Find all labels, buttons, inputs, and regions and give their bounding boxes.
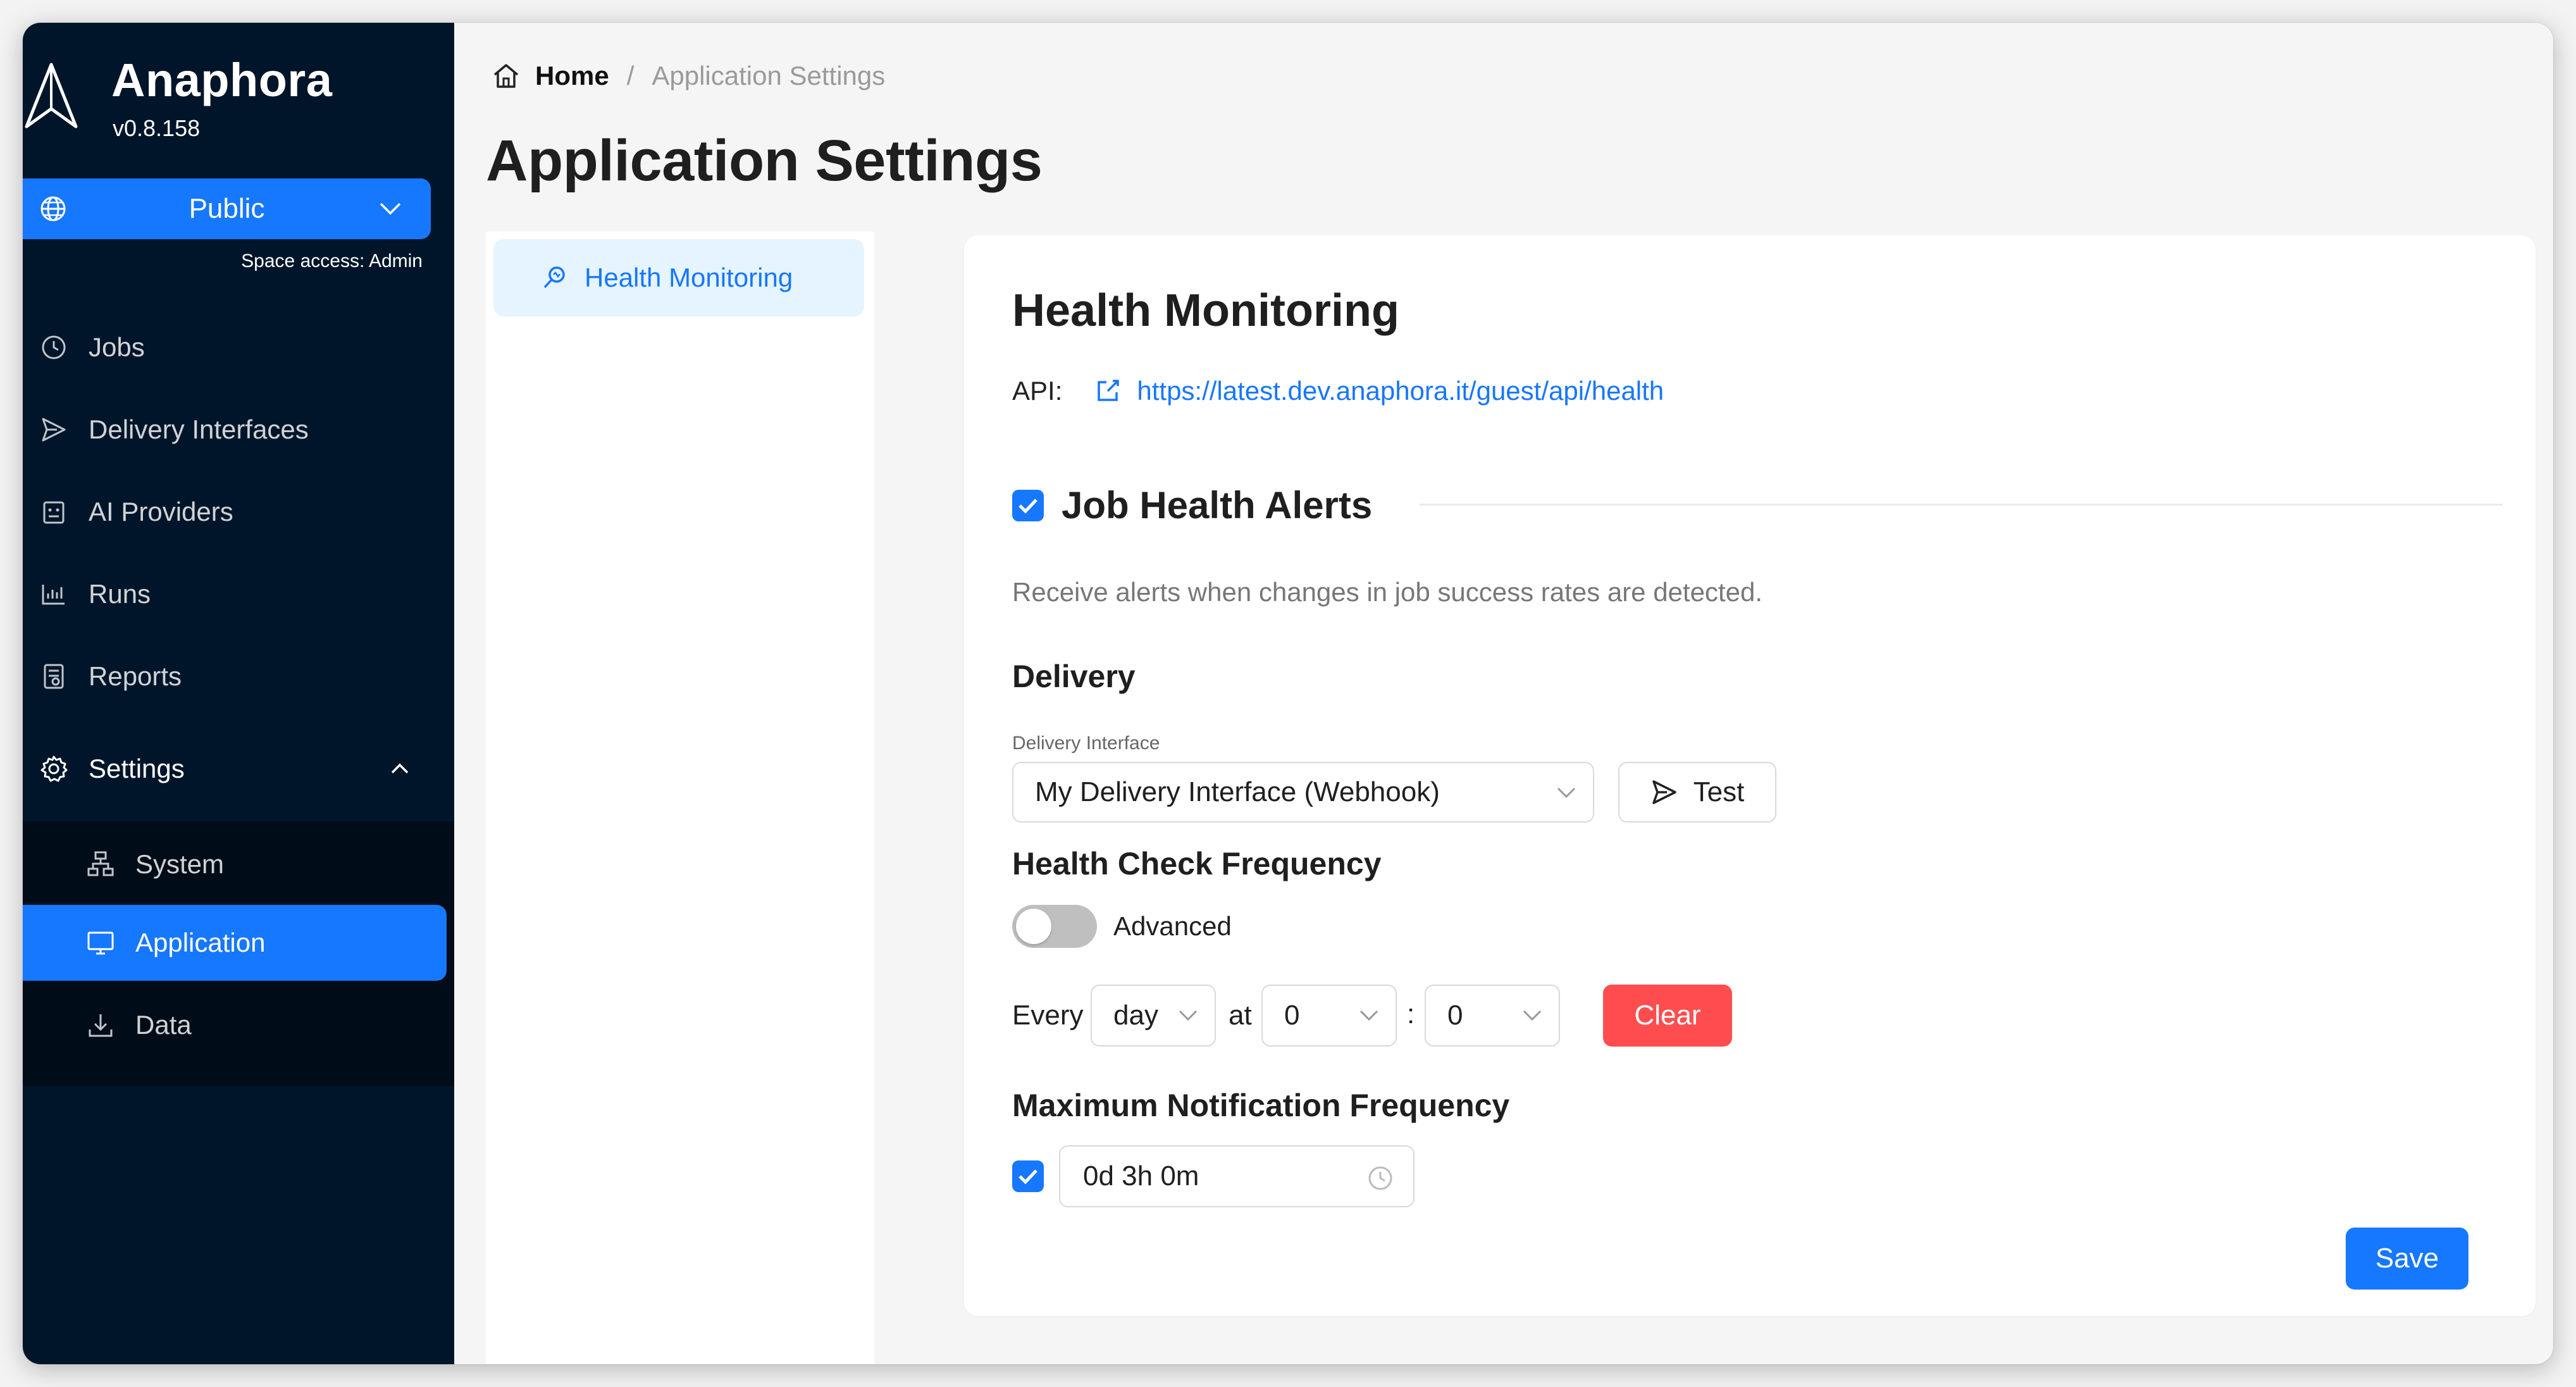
- job-health-alerts-title: Job Health Alerts: [1062, 484, 1373, 526]
- sidebar-item-label: Jobs: [89, 332, 145, 362]
- clock-icon: [1368, 1166, 1392, 1190]
- app-version: v0.8.158: [113, 115, 201, 141]
- app-window: Anaphora v0.8.158 Public Space access: A…: [23, 23, 2553, 1364]
- report-icon: [44, 664, 64, 689]
- job-health-alerts-header: Job Health Alerts: [1012, 483, 1372, 527]
- max-notification-frequency-heading: Maximum Notification Frequency: [1012, 1088, 1510, 1123]
- chevron-down-icon: [1359, 1010, 1378, 1021]
- delivery-heading: Delivery: [1012, 659, 1136, 694]
- delivery-interface-select[interactable]: My Delivery Interface (Webhook): [1012, 762, 1594, 823]
- card-title: Health Monitoring: [1012, 285, 1399, 336]
- home-icon[interactable]: [491, 61, 521, 91]
- sidebar-item-settings[interactable]: Settings: [23, 734, 454, 804]
- sidebar-subitem-label: Application: [135, 928, 266, 957]
- clock-history-icon: [42, 335, 66, 359]
- sidebar-item-ai-providers[interactable]: AI Providers: [23, 477, 454, 547]
- delivery-interface-label: Delivery Interface: [1012, 733, 1160, 754]
- gear-icon: [40, 756, 68, 782]
- period-value: day: [1113, 1000, 1158, 1031]
- sidebar-item-runs[interactable]: Runs: [23, 559, 454, 629]
- space-selected-label: Public: [189, 193, 265, 224]
- external-link-icon: [1098, 380, 1120, 401]
- hour-select[interactable]: 0: [1261, 985, 1397, 1047]
- every-label: Every: [1012, 1000, 1084, 1031]
- chevron-up-icon: [391, 763, 409, 774]
- sidebar-item-label: Delivery Interfaces: [89, 414, 309, 444]
- test-button-label: Test: [1693, 776, 1745, 807]
- breadcrumb-current: Application Settings: [652, 61, 886, 90]
- breadcrumb-home[interactable]: Home: [535, 61, 609, 91]
- sidebar-item-jobs[interactable]: Jobs: [23, 313, 454, 382]
- duration-value: 0d 3h 0m: [1083, 1160, 1199, 1191]
- health-monitoring-card: Health Monitoring API: https://latest.de…: [964, 235, 2536, 1316]
- api-row: API: https://latest.dev.anaphora.it/gues…: [1012, 376, 1664, 406]
- sidebar-item-label: Runs: [89, 579, 151, 609]
- save-button[interactable]: Save: [2346, 1228, 2468, 1290]
- sidebar-subitem-application[interactable]: Application: [23, 905, 447, 981]
- breadcrumb-separator: /: [626, 61, 635, 90]
- delivery-interface-value: My Delivery Interface (Webhook): [1035, 776, 1440, 807]
- toggle-knob: [1016, 909, 1051, 944]
- sidebar-item-label: AI Providers: [89, 497, 233, 526]
- sidebar-subitem-data[interactable]: Data: [23, 987, 454, 1063]
- send-icon: [42, 418, 66, 442]
- chevron-down-icon: [1179, 1010, 1198, 1021]
- bar-chart-icon: [42, 585, 65, 605]
- settings-subnav: Health Monitoring: [486, 232, 874, 1364]
- advanced-toggle-label: Advanced: [1113, 911, 1232, 941]
- clear-button[interactable]: Clear: [1603, 985, 1732, 1047]
- job-health-alerts-description: Receive alerts when changes in job succe…: [1012, 577, 1762, 607]
- duration-input[interactable]: 0d 3h 0m: [1059, 1145, 1415, 1207]
- hour-value: 0: [1284, 1000, 1300, 1031]
- chevron-down-icon: [380, 202, 401, 215]
- max-notification-checkbox[interactable]: [1012, 1160, 1044, 1192]
- api-url-link[interactable]: https://latest.dev.anaphora.it/guest/api…: [1137, 376, 1664, 406]
- sidebar: Anaphora v0.8.158 Public Space access: A…: [23, 23, 454, 1364]
- at-label: at: [1229, 1000, 1252, 1031]
- sidebar-subitem-label: System: [135, 849, 225, 879]
- advanced-toggle[interactable]: [1012, 905, 1097, 948]
- file-search-icon: [543, 266, 565, 289]
- minute-value: 0: [1447, 1000, 1463, 1031]
- space-selector[interactable]: Public: [23, 178, 431, 239]
- sidebar-subitem-system[interactable]: System: [23, 826, 454, 902]
- page-title: Application Settings: [486, 128, 1043, 193]
- settings-submenu: System Application Data: [23, 821, 454, 1086]
- check-icon: [1019, 1169, 1037, 1185]
- sidebar-item-delivery-interfaces[interactable]: Delivery Interfaces: [23, 395, 454, 464]
- anaphora-logo-icon: [25, 63, 78, 128]
- space-access-text: Space access: Admin: [241, 251, 423, 271]
- period-select[interactable]: day: [1091, 985, 1216, 1047]
- check-icon: [1019, 498, 1037, 514]
- desktop-icon: [87, 931, 114, 955]
- chevron-down-icon: [1523, 1010, 1542, 1021]
- sidebar-item-reports[interactable]: Reports: [23, 642, 454, 711]
- download-icon: [89, 1014, 113, 1037]
- api-label: API:: [1012, 376, 1063, 406]
- breadcrumb: Home / Application Settings: [491, 61, 885, 91]
- health-check-frequency-heading: Health Check Frequency: [1012, 846, 1382, 881]
- job-health-alerts-checkbox[interactable]: [1012, 489, 1044, 521]
- subnav-item-health-monitoring[interactable]: Health Monitoring: [493, 239, 864, 316]
- subnav-item-label: Health Monitoring: [585, 263, 793, 292]
- send-icon: [1652, 780, 1676, 804]
- chevron-down-icon: [1557, 787, 1576, 799]
- app-name: Anaphora: [111, 54, 333, 106]
- time-colon: :: [1407, 998, 1415, 1029]
- robot-icon: [43, 501, 65, 524]
- sidebar-subitem-label: Data: [135, 1010, 192, 1040]
- section-divider: [1420, 504, 2503, 506]
- sitemap-icon: [87, 851, 114, 876]
- sidebar-item-label: Reports: [89, 661, 182, 691]
- sidebar-item-label: Settings: [89, 754, 185, 783]
- minute-select[interactable]: 0: [1425, 985, 1560, 1047]
- test-button[interactable]: Test: [1618, 762, 1776, 823]
